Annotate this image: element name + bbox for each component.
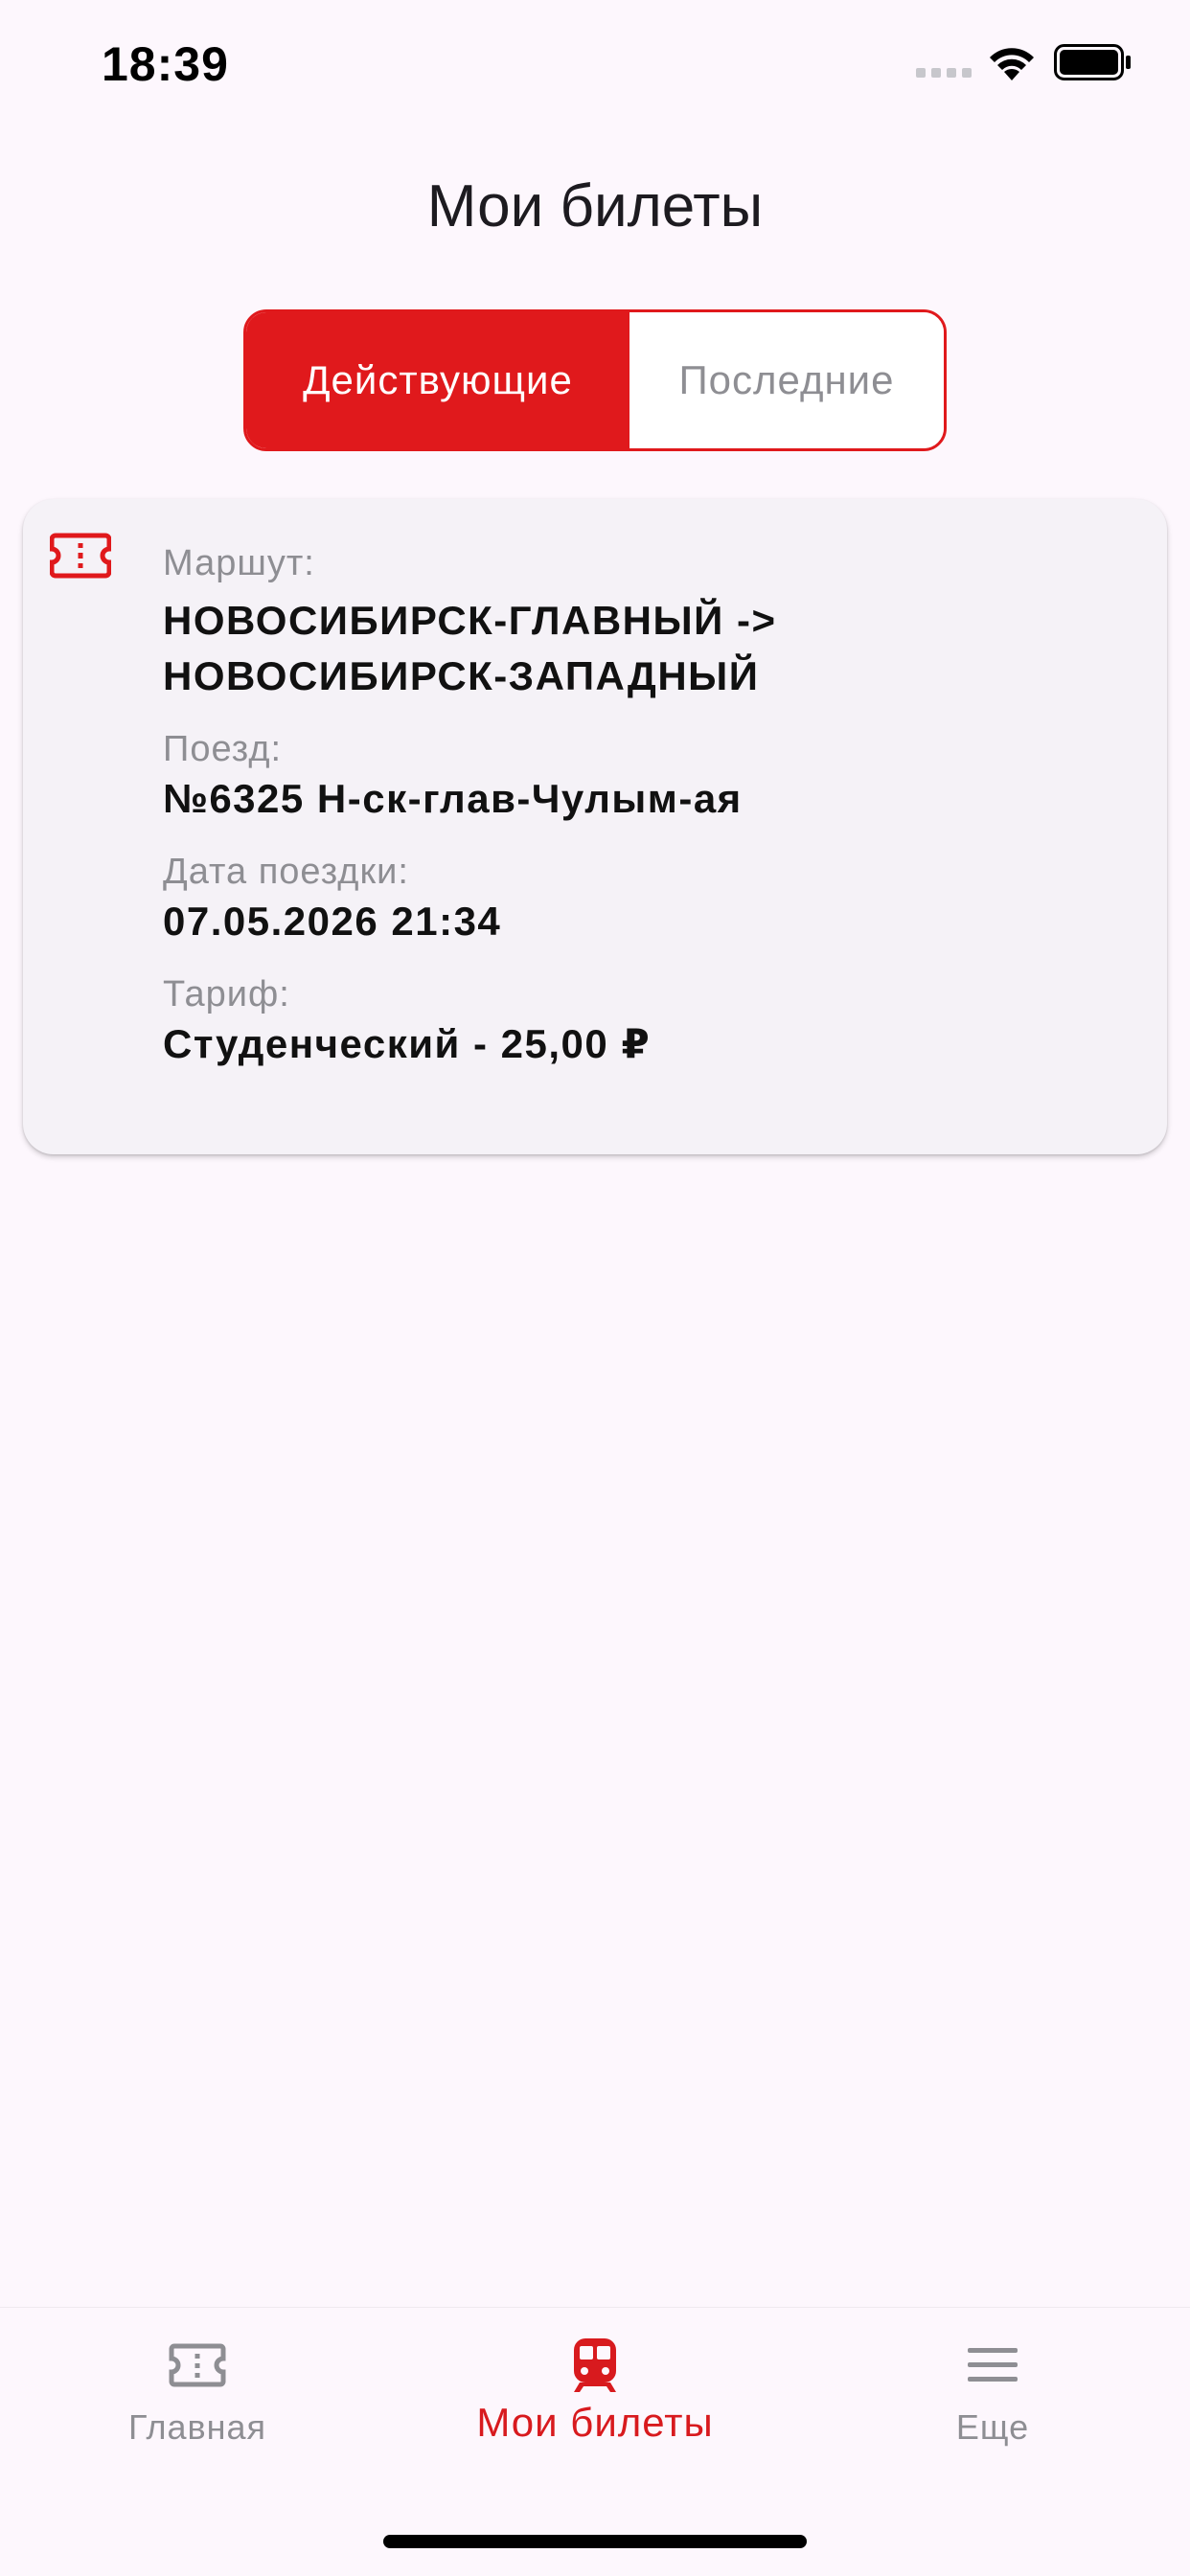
- battery-icon: [1054, 44, 1131, 80]
- route-label: Маршут:: [163, 543, 315, 583]
- route-value: НОВОСИБИРСК-ГЛАВНЫЙ -> НОВОСИБИРСК-ЗАПАД…: [163, 598, 777, 698]
- nav-label-more: Еще: [955, 2407, 1030, 2447]
- tariff-value: Студенческий - 25,00 ₽: [163, 1021, 652, 1066]
- date-label: Дата поездки:: [163, 852, 409, 892]
- cellular-signal-icon: [916, 68, 972, 78]
- page-title: Мои билеты: [426, 173, 764, 239]
- route-field: Маршут: НОВОСИБИРСК-ГЛАВНЫЙ -> НОВОСИБИР…: [163, 541, 1138, 704]
- home-indicator[interactable]: [383, 2535, 807, 2548]
- nav-label-home: Главная: [127, 2407, 267, 2447]
- tab-recent-tickets[interactable]: Последние: [629, 312, 944, 448]
- train-value: №6325 Н-ск-глав-Чулым-ая: [163, 776, 743, 821]
- tariff-field: Тариф: Студенческий - 25,00 ₽: [163, 972, 1138, 1072]
- ticket-icon: [50, 533, 111, 579]
- ticket-tabs: Действующие Последние: [243, 309, 947, 451]
- train-icon: [574, 2338, 616, 2392]
- nav-item-more[interactable]: Еще: [849, 2337, 1136, 2448]
- nav-label-my-tickets: Мои билеты: [476, 2400, 714, 2445]
- ticket-details: Маршут: НОВОСИБИРСК-ГЛАВНЫЙ -> НОВОСИБИР…: [163, 541, 1138, 1095]
- status-time: 18:39: [102, 37, 229, 91]
- ticket-outline-icon: [169, 2343, 226, 2387]
- train-field: Поезд: №6325 Н-ск-глав-Чулым-ая: [163, 727, 1138, 827]
- nav-item-home[interactable]: Главная: [54, 2337, 341, 2448]
- nav-item-my-tickets[interactable]: Мои билеты: [451, 2337, 739, 2446]
- tariff-label: Тариф:: [163, 974, 290, 1014]
- menu-icon: [968, 2348, 1018, 2382]
- ticket-card[interactable]: Маршут: НОВОСИБИРСК-ГЛАВНЫЙ -> НОВОСИБИР…: [23, 499, 1167, 1154]
- train-label: Поезд:: [163, 729, 283, 769]
- date-field: Дата поездки: 07.05.2026 21:34: [163, 850, 1138, 949]
- wifi-icon: [990, 48, 1034, 80]
- status-bar: 18:39: [0, 0, 1190, 134]
- tab-active-tickets[interactable]: Действующие: [246, 312, 629, 448]
- date-value: 07.05.2026 21:34: [163, 899, 502, 944]
